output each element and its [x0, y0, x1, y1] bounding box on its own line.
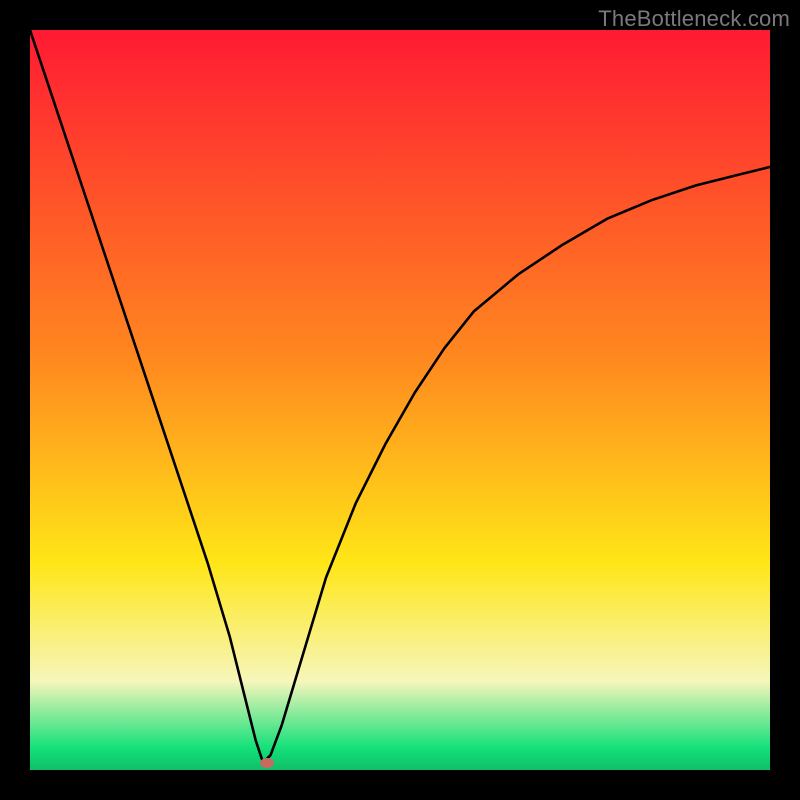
watermark-text: TheBottleneck.com — [598, 6, 790, 32]
bottleneck-curve — [30, 30, 770, 770]
chart-frame: TheBottleneck.com — [0, 0, 800, 800]
plot-area — [30, 30, 770, 770]
optimal-point-marker — [260, 758, 274, 768]
